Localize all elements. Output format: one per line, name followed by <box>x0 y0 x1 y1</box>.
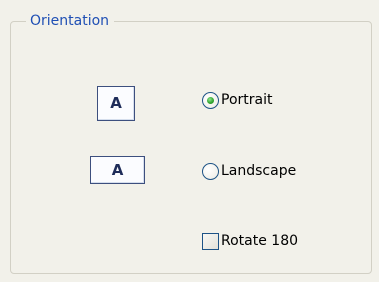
rotate-180-label: Rotate 180 <box>221 233 299 249</box>
rotate-180-checkbox-option[interactable]: Rotate 180 <box>202 230 298 252</box>
portrait-preview-icon: A <box>97 86 135 121</box>
landscape-radio-option[interactable]: Landscape <box>202 160 296 182</box>
portrait-label: Portrait <box>221 92 273 108</box>
orientation-groupbox <box>10 21 372 274</box>
landscape-radio-button[interactable] <box>202 162 219 180</box>
rotate-180-checkbox[interactable] <box>202 232 219 250</box>
orientation-group-title: Orientation <box>26 11 115 31</box>
landscape-preview-icon: A <box>90 156 145 184</box>
portrait-radio-button[interactable] <box>202 91 219 109</box>
portrait-radio-option[interactable]: Portrait <box>202 89 272 111</box>
landscape-label: Landscape <box>221 163 297 179</box>
